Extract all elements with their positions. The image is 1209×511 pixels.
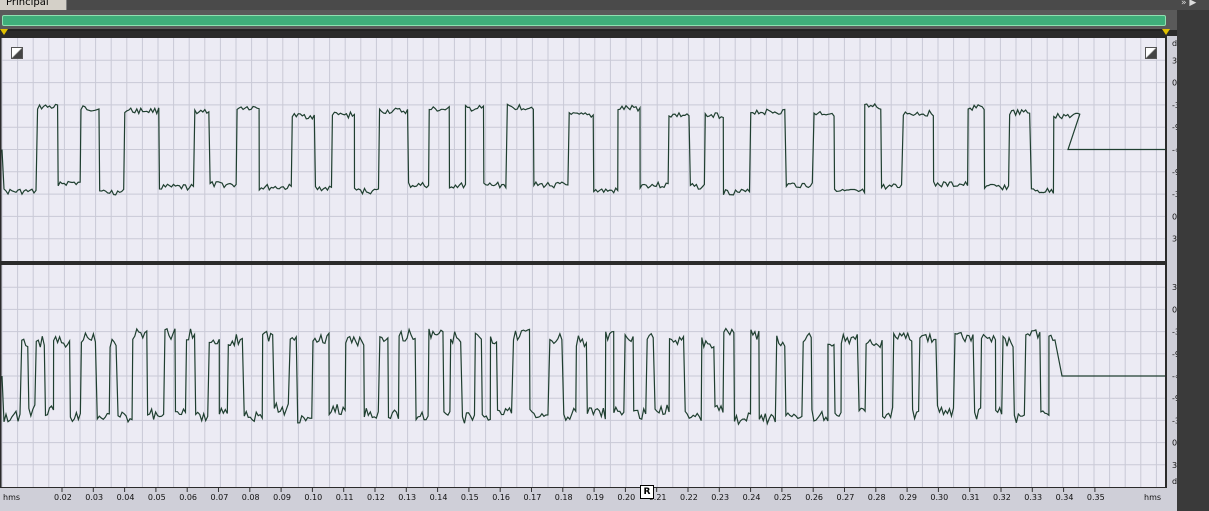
waveform-display[interactable]: dB30-3-9-∞-9-30330-3-9-∞-9-303dB hmshms0… — [0, 36, 1209, 511]
vertical-scrollbar[interactable] — [1177, 10, 1209, 511]
overview-bar[interactable] — [0, 10, 1209, 31]
channel-left[interactable] — [1, 38, 1165, 261]
ruler-tick-label: 0.19 — [586, 493, 604, 502]
ruler-tick-label: 0.35 — [1087, 493, 1105, 502]
ruler-tick-label: 0.29 — [899, 493, 917, 502]
ruler-tick-label: 0.31 — [962, 493, 980, 502]
cursor-badge: R — [640, 485, 654, 499]
ruler-tick-label: 0.09 — [273, 493, 291, 502]
start-marker-icon[interactable] — [0, 29, 8, 35]
ruler-tick-label: 0.02 — [54, 493, 72, 502]
ruler-tick-label: 0.12 — [367, 493, 385, 502]
ruler-tick-label: 0.22 — [680, 493, 698, 502]
ruler-tick-label: 0.10 — [304, 493, 322, 502]
tab-principal[interactable]: Principal — [0, 0, 67, 10]
overview-range[interactable] — [2, 15, 1166, 26]
zoom-in-icon[interactable] — [11, 47, 23, 59]
overview-divider — [0, 29, 1167, 31]
ruler-tick-label: 0.33 — [1024, 493, 1042, 502]
tab-bar: Principal » ▶ — [0, 0, 1209, 10]
end-marker-icon[interactable] — [1162, 29, 1170, 35]
ruler-tick-label: 0.27 — [837, 493, 855, 502]
ruler-tick-label: 0.03 — [85, 493, 103, 502]
tabbar-controls[interactable]: » ▶ — [1181, 0, 1209, 10]
ruler-tick-label: 0.05 — [148, 493, 166, 502]
ruler-tick-label: 0.06 — [179, 493, 197, 502]
ruler-tick-label: 0.14 — [430, 493, 448, 502]
ruler-tick-label: 0.11 — [336, 493, 354, 502]
ruler-tick-label: 0.16 — [492, 493, 510, 502]
ruler-tick-label: 0.18 — [555, 493, 573, 502]
ruler-tick-label: 0.30 — [930, 493, 948, 502]
ruler-tick-label: 0.07 — [211, 493, 229, 502]
ruler-tick-label: 0.04 — [117, 493, 135, 502]
ruler-tick-label: 0.15 — [461, 493, 479, 502]
ruler-tick-label: 0.34 — [1056, 493, 1074, 502]
ruler-tick-label: 0.23 — [711, 493, 729, 502]
ruler-unit-left: hms — [3, 493, 20, 502]
ruler-tick-label: 0.20 — [617, 493, 635, 502]
time-ruler[interactable]: hms hms 0.02 0.03 0.04 0.05 0.06 0.07 0.08 0.09 0.… — [0, 488, 1167, 511]
ruler-unit-right: hms — [1144, 493, 1161, 502]
ruler-tick-label: 0.08 — [242, 493, 260, 502]
ruler-tick-label: 0.25 — [774, 493, 792, 502]
ruler-tick-label: 0.17 — [524, 493, 542, 502]
ruler-tick-label: 0.24 — [743, 493, 761, 502]
channel-right[interactable] — [1, 265, 1165, 487]
ruler-tick-label: 0.28 — [868, 493, 886, 502]
ruler-tick-label: 0.32 — [993, 493, 1011, 502]
ruler-tick-label: 0.26 — [805, 493, 823, 502]
zoom-out-icon[interactable] — [1145, 47, 1157, 59]
ruler-tick-label: 0.13 — [398, 493, 416, 502]
